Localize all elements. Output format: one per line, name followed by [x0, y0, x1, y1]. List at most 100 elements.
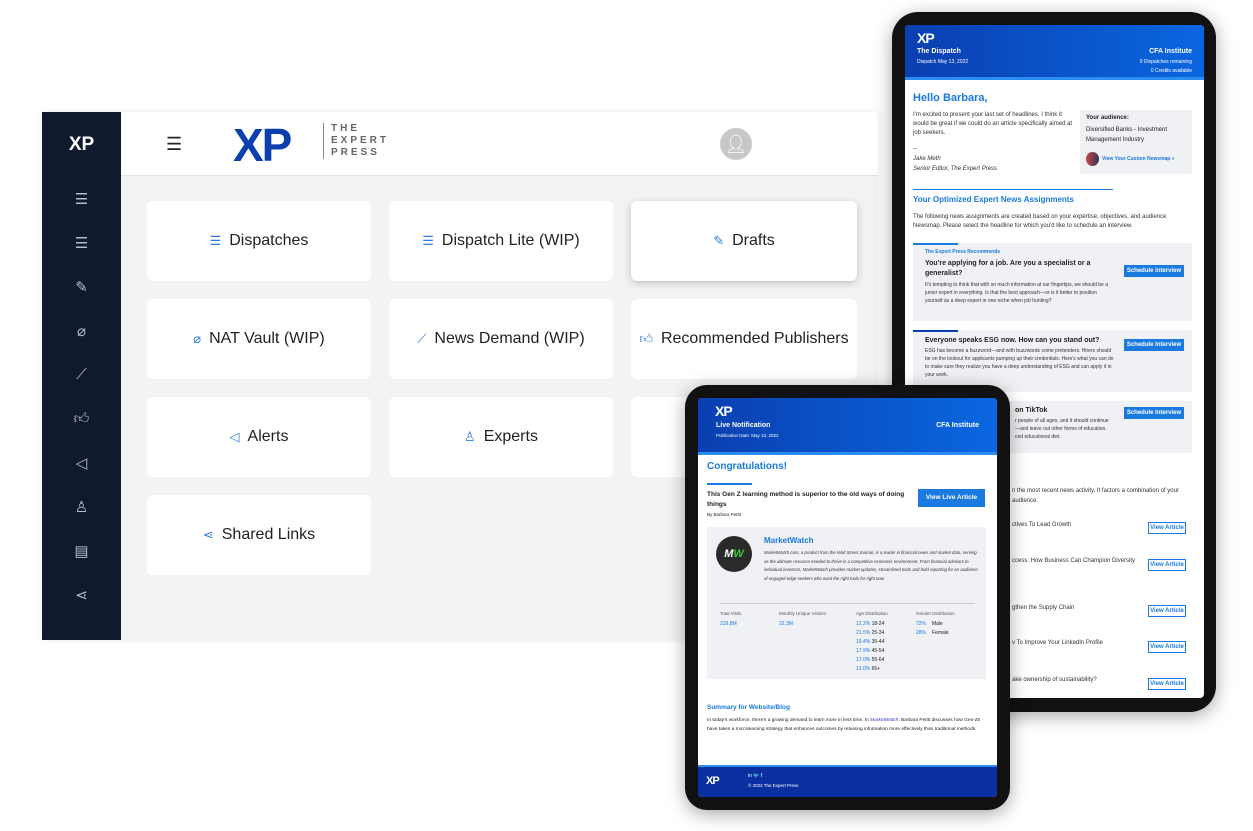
stat-label: Gender Distribution: [916, 611, 955, 616]
chart-icon[interactable]: ⟋: [42, 366, 121, 383]
newsmap-link[interactable]: View Your Custom Newsmap »: [1102, 156, 1175, 162]
age-pct: 12.0%: [856, 666, 871, 672]
edit-icon: ✎: [713, 233, 725, 248]
thumbs-up-icon[interactable]: 👍︎: [42, 410, 121, 428]
gender-distribution: 72% Male 28% Female: [916, 620, 949, 638]
list-icon[interactable]: ☰: [42, 234, 121, 252]
marketwatch-link[interactable]: MarketWatch: [870, 718, 898, 723]
social-icons[interactable]: in 🐦 f: [748, 773, 762, 779]
congrats-heading: Congratulations!: [707, 461, 787, 472]
megaphone-icon: ◁: [229, 429, 240, 444]
list-icon[interactable]: ☰: [42, 190, 121, 208]
share-icon[interactable]: ⋖: [42, 586, 121, 604]
card-label: Experts: [483, 428, 538, 445]
email-date: Publication Date: May 13, 2022: [716, 433, 779, 438]
users-icon[interactable]: ♙: [42, 498, 121, 516]
gender-pct: 28%: [916, 630, 927, 636]
schedule-interview-button[interactable]: Schedule Interview: [1124, 265, 1184, 277]
xp-logo: XP: [917, 30, 935, 46]
card-recommended-publishers[interactable]: 👍︎ Recommended Publishers: [631, 299, 857, 379]
intro-text: I'm excited to present your last set of …: [913, 112, 1073, 136]
logo-word: THE: [331, 123, 360, 134]
article-title: gthen the Supply Chain: [1012, 605, 1075, 611]
copyright: © 2022 The Expert Press: [748, 783, 799, 788]
age-row: 12.0% 65+: [856, 665, 884, 674]
byline: By Barbara Petitt: [707, 512, 742, 517]
sidebar-logo[interactable]: XP: [42, 134, 121, 156]
list-icon: ☰: [422, 233, 434, 248]
card-alerts[interactable]: ◁ Alerts: [147, 397, 371, 477]
view-article-button[interactable]: View Article: [1148, 522, 1186, 534]
assignment-desc: r people of all ages, and it should cont…: [1015, 418, 1109, 424]
accent-bar: [913, 330, 958, 332]
assignment-title: on TikTok: [1015, 407, 1048, 414]
view-live-article-button[interactable]: View Live Article: [918, 489, 985, 507]
assignment-card: Everyone speaks ESG now. How can you sta…: [913, 330, 1192, 392]
card-shared-links[interactable]: ⋖ Shared Links: [147, 495, 371, 575]
age-distribution: 12.2% 18-24 21.5% 25-34 19.4% 35-44 17.9…: [856, 620, 884, 674]
summary-text: In today's workforce, there's a growing …: [707, 716, 987, 734]
xp-logo: XP: [706, 775, 720, 787]
stat-label: Age Distribution: [856, 611, 888, 616]
stat-label: Monthly Unique Visitors: [779, 611, 827, 616]
gender-label: Male: [932, 621, 943, 627]
xp-logo: XP: [715, 403, 733, 419]
age-row: 12.2% 18-24: [856, 620, 884, 629]
assignment-desc: ESG has become a buzzword—and with buzzw…: [925, 348, 1114, 378]
assignment-desc: It's tempting to think that with so much…: [925, 282, 1108, 304]
sig-dash: --: [913, 146, 917, 152]
logo-word: PRESS: [331, 147, 380, 158]
schedule-interview-button[interactable]: Schedule Interview: [1124, 339, 1184, 351]
age-range: 45-54: [871, 648, 885, 654]
assignment-desc: ced educational diet.: [1015, 434, 1061, 440]
audience-label: Your audience:: [1086, 115, 1129, 121]
card-label: Dispatch Lite (WIP): [441, 232, 580, 249]
client-name: CFA Institute: [936, 422, 979, 429]
total-visits: 229.8M: [720, 621, 737, 627]
sidebar: XP ☰ ☰ ✎ ⌀ ⟋ 👍︎ ◁ ♙ ▤ ⋖: [42, 112, 121, 640]
user-avatar[interactable]: 👤︎: [720, 128, 752, 160]
view-article-button[interactable]: View Article: [1148, 605, 1186, 617]
assignment-title: Everyone speaks ESG now. How can you sta…: [925, 337, 1100, 344]
view-article-button[interactable]: View Article: [1148, 678, 1186, 690]
document-icon[interactable]: ▤: [42, 542, 121, 560]
age-pct: 21.5%: [856, 630, 871, 636]
view-article-button[interactable]: View Article: [1148, 641, 1186, 653]
email-title: Live Notification: [716, 422, 771, 429]
schedule-interview-button[interactable]: Schedule Interview: [1124, 407, 1184, 419]
chart-icon: ⟋: [417, 331, 427, 346]
list-icon: ☰: [209, 233, 222, 248]
live-header: XP Live Notification Publication Date: M…: [698, 398, 997, 455]
accent-bar: [707, 483, 752, 485]
paperclip-icon[interactable]: ⌀: [42, 322, 121, 340]
audience-box: Your audience: Diversified Banks - Inves…: [1080, 110, 1192, 174]
live-footer: XP in 🐦 f © 2022 The Expert Press: [698, 765, 997, 797]
card-drafts[interactable]: ✎ Drafts: [631, 201, 857, 281]
card-dispatches[interactable]: ☰ Dispatches: [147, 201, 371, 281]
dispatch-header: XP The Dispatch Dispatch May 13, 2022 CF…: [905, 25, 1204, 80]
edit-icon[interactable]: ✎: [42, 278, 121, 296]
signer: Jake Meth: [913, 156, 941, 162]
card-news-demand[interactable]: ⟋ News Demand (WIP): [389, 299, 613, 379]
card-dispatch-lite[interactable]: ☰ Dispatch Lite (WIP): [389, 201, 613, 281]
card-label: News Demand (WIP): [434, 330, 585, 347]
card-label: Recommended Publishers: [660, 330, 849, 347]
age-row: 21.5% 25-34: [856, 629, 884, 638]
megaphone-icon[interactable]: ◁: [42, 454, 121, 472]
card-experts[interactable]: ♙ Experts: [389, 397, 613, 477]
article-title: ccess: How Business Can Champion Diversi…: [1012, 558, 1136, 564]
publisher-box: MW MarketWatch MarketWatch.com, a produc…: [707, 527, 986, 679]
age-pct: 12.2%: [856, 621, 871, 627]
menu-toggle-icon[interactable]: ☰: [166, 134, 182, 155]
view-article-button[interactable]: View Article: [1148, 559, 1186, 571]
news-desc: n the most recent news activity. It fact…: [1012, 488, 1179, 494]
card-nat-vault[interactable]: ⌀ NAT Vault (WIP): [147, 299, 371, 379]
age-pct: 17.0%: [856, 657, 871, 663]
age-pct: 19.4%: [856, 639, 871, 645]
logo-word: EXPERT: [331, 135, 390, 146]
brand-logo-words: THE EXPERT PRESS: [323, 123, 389, 159]
section-desc: The following news assignments are creat…: [913, 214, 1167, 229]
recommends-label: The Expert Press Recommends: [925, 249, 1001, 255]
thumbs-up-icon: 👍︎: [639, 331, 653, 346]
age-row: 19.4% 35-44: [856, 638, 884, 647]
